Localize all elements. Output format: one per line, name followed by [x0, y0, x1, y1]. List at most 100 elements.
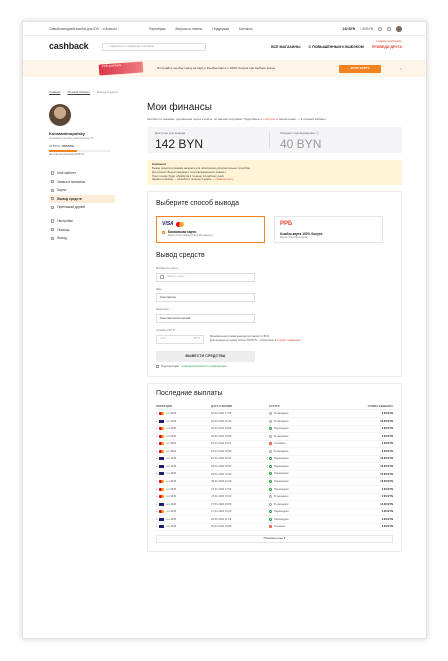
col-operation: Операция: [156, 403, 212, 411]
breadcrumb-cabinet[interactable]: Личный кабинет: [67, 90, 90, 95]
amount-text: 2.00 BYN: [381, 525, 393, 529]
method-checkbox[interactable]: [162, 231, 166, 235]
sidebar-item[interactable]: Настройки: [49, 217, 115, 226]
date-cell: 29.01.2020 19:50: [211, 470, 270, 479]
status-cell: Переведено: [269, 455, 324, 464]
table-row[interactable]: + •••• 9345 02.02.2020 18:09 В ожидании 2.0…: [156, 432, 393, 441]
table-row[interactable]: + •••• 4345 29.01.2020 18:09 Переведено 12.…: [156, 462, 393, 471]
table-row[interactable]: + •••• 4345 29.01.2020 19:50 Переведено 12.…: [156, 470, 393, 479]
support-link[interactable]: Службу поддержки: [277, 339, 301, 342]
date-cell: 27.01.2020 18:09: [211, 500, 270, 509]
sidebar-item[interactable]: Выход: [49, 234, 115, 243]
mastercard-icon: [159, 427, 165, 431]
logo[interactable]: cashback: [49, 41, 89, 52]
table-row[interactable]: + •••• 9345 27.01.2020 16:23 Переведено 2.0…: [156, 508, 393, 517]
method-bank-card[interactable]: VISA Банковская карта Карта Visa, Master…: [156, 216, 265, 244]
note-link[interactable]: правила почту: [215, 178, 233, 181]
status-cell: В ожидании: [269, 417, 324, 426]
privacy-link[interactable]: конфиденциальности информации: [181, 364, 227, 368]
amount-cell: 2.00 BYN: [323, 425, 393, 434]
surname-field[interactable]: Константинопольский: [156, 314, 255, 324]
nav-invite[interactable]: Приведи друга: [372, 45, 402, 49]
table-row[interactable]: + •••• 9345 29.01.2020 22:20 Переведено 12.…: [156, 477, 393, 486]
card-icon: [160, 275, 164, 279]
search-input[interactable]: ⌕ Магазины и названия кэшбэков: [102, 43, 207, 51]
sidebar-item[interactable]: Приглашай друзей: [49, 203, 115, 212]
sidebar-item-label: Помощь: [57, 227, 70, 232]
mastercard-icon: [159, 487, 165, 491]
amount-cell: 2.00 BYN: [323, 493, 393, 502]
app-promo-link[interactable]: Самый выгодный кэшбэк для iOS: ↑ и Andro…: [49, 27, 119, 31]
avatar[interactable]: [396, 25, 402, 32]
table-row[interactable]: + •••• 4345 26.01.2020 11:09 Переведено 2.0…: [156, 515, 393, 524]
profile-photo[interactable]: [49, 104, 71, 126]
table-row[interactable]: + •••• 9345 02.02.2020 17:25 В ожидании 2.0…: [156, 409, 393, 419]
sidebar-item[interactable]: Карты: [49, 186, 115, 195]
operation-cell: + •••• 9345: [156, 485, 212, 494]
table-row[interactable]: + •••• 9345 27.01.2020 15:23 В ожидании 2.0…: [156, 493, 393, 502]
table-header: Операция Дата и время Статус Сумма кэшбэ…: [156, 403, 393, 411]
nav-note: Надёжно разбирайте: [376, 40, 403, 43]
top-link[interactable]: Партнёрам: [149, 27, 166, 31]
table-row[interactable]: + •••• 9345 27.01.2020 17:09 Переведено 2.0…: [156, 485, 393, 494]
amount-cell: 12.00 BYN: [323, 455, 393, 464]
amount-text: 12.00 BYN: [380, 480, 393, 484]
table-row[interactable]: + •••• 9345 15.01.2020 13:21 Отказано 1.00 …: [156, 440, 393, 449]
status-text: В ожидании: [274, 495, 289, 499]
status-text: Отказано: [274, 442, 286, 446]
amount-text: 2.00 BYN: [381, 427, 393, 431]
heart-icon[interactable]: [378, 26, 382, 31]
want-card-button[interactable]: ХОЧУ КАРТУ: [339, 64, 381, 73]
table-row[interactable]: + •••• 4345 26.01.2020 18:09 Отказано 2.00 …: [156, 523, 393, 532]
status-cell: В ожидании: [269, 409, 324, 419]
col-status: Статус: [269, 403, 324, 411]
col-date: Дата и время: [211, 403, 270, 411]
breadcrumb-home[interactable]: Главная: [49, 90, 60, 95]
table-row[interactable]: + •••• 4345 10.01.2020 15:24 Переведено 12.…: [156, 455, 393, 464]
nav-all-stores[interactable]: Все магазины: [271, 45, 300, 49]
amount-cell: 12.00 BYN: [323, 500, 393, 509]
show-more-button[interactable]: Показать еще ▾: [156, 535, 393, 544]
table-row[interactable]: + •••• 4345 02.02.2020 15:13 В ожидании 12.…: [156, 417, 393, 426]
amount-text: 2.00 BYN: [381, 412, 393, 416]
balance-panel: Доступно для вывода 142 BYN Ожидает подт…: [147, 127, 402, 154]
table-row[interactable]: + •••• 4345 27.01.2020 18:09 В ожидании 12.…: [156, 500, 393, 509]
sidebar-item[interactable]: Помощь: [49, 225, 115, 234]
top-link[interactable]: Контакты: [239, 27, 253, 31]
card-select[interactable]: Номер карты: [156, 272, 255, 282]
method-rrb-card[interactable]: PPБ Кэшбэк-карта 100% бонуса Карта Visa …: [274, 216, 383, 244]
nav-boosted[interactable]: С повышенным кэшбэком: [309, 45, 364, 49]
operation-text: •••• 9345: [165, 487, 177, 491]
balance-amount[interactable]: 142 BYN: [342, 27, 355, 31]
date-cell: 16.01.2020 20:09: [211, 447, 270, 456]
close-icon[interactable]: ×: [400, 66, 402, 71]
sum-input[interactable]: 0.00 BYN: [156, 334, 204, 344]
status-text: Переведено: [274, 472, 289, 476]
table-row[interactable]: + •••• 9345 02.02.2020 18:09 Переведено 2.0…: [156, 425, 393, 434]
top-links: Партнёрам Вопросы и ответы Поддержка Контак…: [149, 27, 253, 31]
rrb-logo: PPБ: [280, 221, 293, 228]
top-link[interactable]: Поддержка: [212, 27, 229, 31]
bell-icon[interactable]: [387, 26, 391, 31]
status-text: Переведено: [274, 457, 289, 461]
operation-cell: + •••• 9345: [156, 440, 212, 449]
card-placeholder: Номер карты: [166, 274, 185, 279]
withdraw-button[interactable]: ВЫВЕСТИ СРЕДСТВА: [156, 350, 255, 362]
agree-checkbox[interactable]: [156, 365, 159, 368]
status-cell: В ожидании: [269, 432, 324, 441]
sidebar-item[interactable]: Мой кабинет: [49, 169, 115, 178]
visa-logo-icon: VISA: [162, 221, 174, 228]
top-link[interactable]: Вопросы и ответы: [175, 27, 202, 31]
status-icon: [269, 434, 273, 438]
status-text: Переведено: [274, 465, 289, 469]
statuses-link[interactable]: статусах: [263, 117, 275, 121]
status-progress-fill: [49, 150, 77, 152]
sidebar-item[interactable]: Заявки в магазины: [49, 177, 115, 186]
sidebar-item[interactable]: Вывод средств: [49, 194, 115, 204]
mastercard-icon: [159, 434, 165, 438]
main-content: Мои финансы Кэшбэк по заказам, сделанным…: [147, 102, 402, 553]
table-row[interactable]: + •••• 9345 16.01.2020 20:09 В ожидании 2.0…: [156, 447, 393, 456]
operation-text: •••• 9345: [165, 510, 177, 514]
name-field[interactable]: Константин: [156, 293, 255, 303]
status-cell: Переведено: [269, 462, 324, 471]
